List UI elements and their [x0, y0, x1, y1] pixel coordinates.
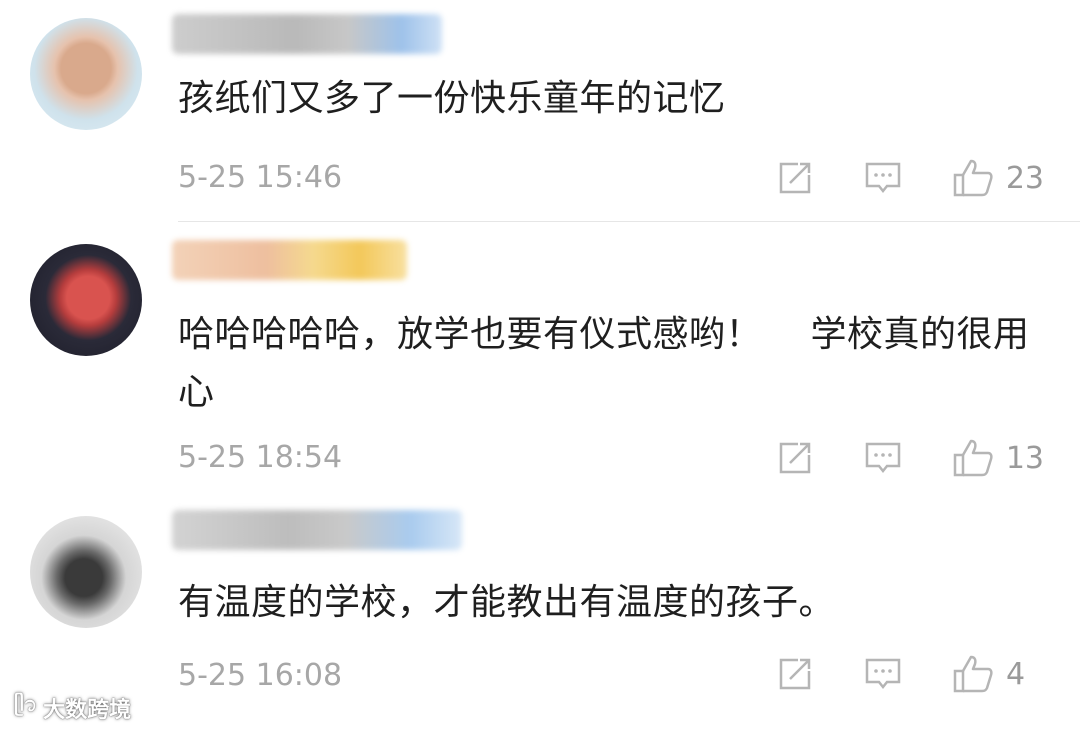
share-icon — [779, 162, 811, 194]
comment-timestamp: 5-25 16:08 — [178, 658, 343, 693]
comment-actions: 4 — [726, 654, 1044, 694]
like-count: 4 — [1006, 656, 1026, 692]
like-count: 13 — [1005, 440, 1044, 476]
comment-text: 有温度的学校，才能教出有温度的孩子。 — [178, 582, 836, 623]
username-blurred[interactable] — [172, 14, 442, 54]
username-blurred[interactable] — [172, 510, 462, 550]
comment-item: 哈哈哈哈哈，放学也要有仪式感哟！ 学校真的很用心 5-25 18:54 13 — [0, 222, 1080, 488]
share-button[interactable] — [776, 655, 814, 693]
comment-actions: 13 — [726, 438, 1044, 478]
like-count: 23 — [1005, 160, 1044, 196]
comment-text: 孩纸们又多了一份快乐童年的记忆 — [178, 78, 726, 119]
comment-text: 哈哈哈哈哈，放学也要有仪式感哟！ 学校真的很用心 — [178, 314, 1030, 413]
watermark-text: 大数跨境 — [43, 698, 132, 723]
thumbs-up-icon — [953, 159, 993, 197]
watermark-logo-icon: ᥫ᭡ — [14, 692, 38, 716]
like-button[interactable]: 4 — [952, 654, 1044, 694]
watermark: ᥫ᭡ 大数跨境 — [14, 690, 131, 726]
comment-timestamp: 5-25 18:54 — [178, 440, 343, 475]
username-blurred[interactable] — [172, 240, 407, 280]
reply-button[interactable] — [864, 655, 902, 693]
like-button[interactable]: 13 — [952, 438, 1044, 478]
avatar[interactable] — [30, 18, 142, 130]
comment-icon — [865, 658, 901, 690]
avatar[interactable] — [30, 244, 142, 356]
comment-item: 有温度的学校，才能教出有温度的孩子。 5-25 16:08 4 — [0, 488, 1080, 732]
share-button[interactable] — [776, 439, 814, 477]
reply-button[interactable] — [864, 439, 902, 477]
comment-item: 孩纸们又多了一份快乐童年的记忆 5-25 15:46 23 — [0, 0, 1080, 222]
reply-button[interactable] — [864, 159, 902, 197]
comment-actions: 23 — [726, 158, 1044, 198]
like-button[interactable]: 23 — [952, 158, 1044, 198]
comment-timestamp: 5-25 15:46 — [178, 160, 343, 195]
comment-icon — [865, 442, 901, 474]
comment-icon — [865, 162, 901, 194]
thumbs-up-icon — [953, 655, 993, 693]
share-button[interactable] — [776, 159, 814, 197]
avatar[interactable] — [30, 516, 142, 628]
share-icon — [779, 442, 811, 474]
thumbs-up-icon — [953, 439, 993, 477]
share-icon — [779, 658, 811, 690]
